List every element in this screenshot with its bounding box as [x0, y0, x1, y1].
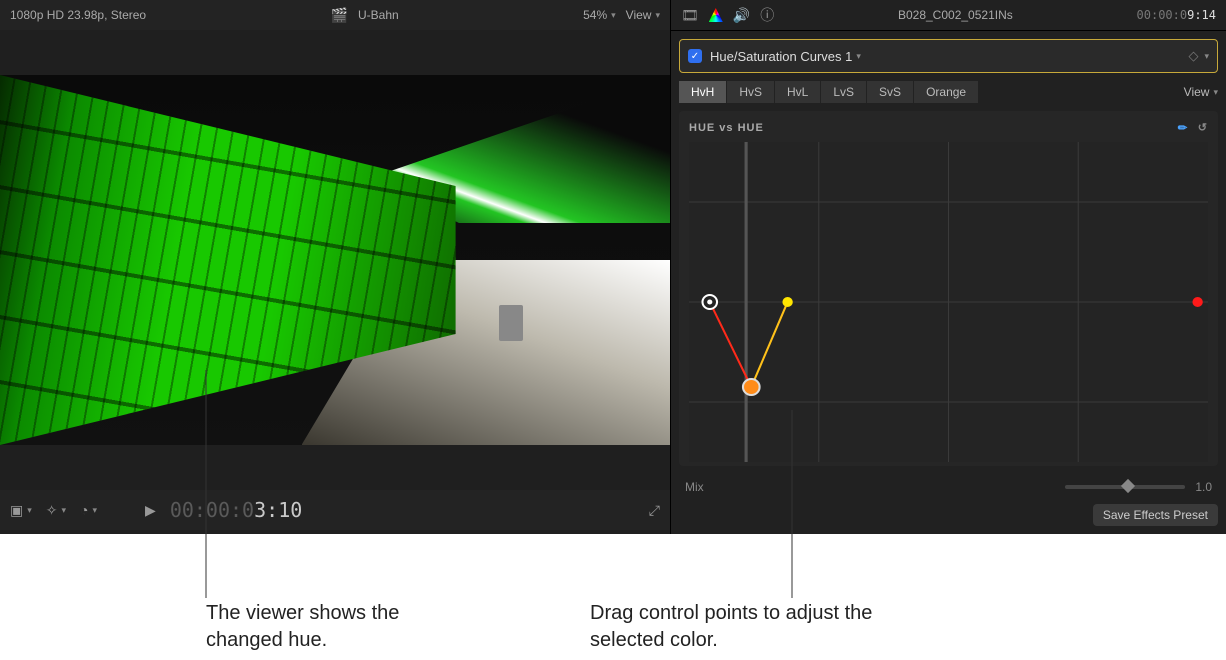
- curve-point-yellow[interactable]: [782, 297, 792, 307]
- speed-tool[interactable]: ◔▾: [80, 502, 97, 518]
- tab-lvs[interactable]: LvS: [820, 81, 866, 103]
- caption-left: The viewer shows the changed hue.: [206, 600, 466, 654]
- gauge-icon: ◔: [80, 502, 88, 518]
- mix-label: Mix: [685, 480, 704, 494]
- tab-svs[interactable]: SvS: [866, 81, 913, 103]
- viewer-topbar: 1080p HD 23.98p, Stereo 🎬 U-Bahn 54% ▾ Vi…: [0, 0, 670, 30]
- effect-header[interactable]: ✓ Hue/Saturation Curves 1 ▾ ◇ ▾: [679, 39, 1218, 73]
- viewer-canvas[interactable]: [0, 75, 670, 445]
- mix-row: Mix 1.0: [671, 474, 1226, 500]
- transport-bar: ▣▾ ✧▾ ◔▾ ▶ 00:00:03:10 ⤢: [0, 490, 670, 530]
- inspector-view-dropdown[interactable]: View ▾: [1184, 85, 1218, 99]
- effect-enable-checkbox[interactable]: ✓: [688, 49, 702, 63]
- captions: The viewer shows the changed hue. Drag c…: [0, 600, 1226, 654]
- inspector-timecode: 00:00:09:14: [1137, 8, 1216, 22]
- chevron-down-icon: ▾: [611, 10, 616, 21]
- video-inspector-icon[interactable]: 🎞: [681, 7, 699, 24]
- save-preset-button[interactable]: Save Effects Preset: [1093, 504, 1218, 526]
- timecode[interactable]: 00:00:03:10: [170, 498, 302, 522]
- tab-hvl[interactable]: HvL: [774, 81, 820, 103]
- caption-right: Drag control points to adjust the select…: [590, 600, 890, 654]
- view-dropdown[interactable]: View▾: [626, 8, 660, 22]
- zoom-value: 54%: [583, 8, 607, 22]
- curve-graph[interactable]: [689, 142, 1208, 462]
- mix-slider[interactable]: [1065, 485, 1185, 489]
- crop-tool[interactable]: ▣▾: [10, 502, 32, 519]
- curve-tabs: HvH HvS HvL LvS SvS Orange View ▾: [679, 81, 1218, 103]
- curve-title: HUE vs HUE: [689, 122, 764, 134]
- zoom-dropdown[interactable]: 54% ▾: [583, 8, 616, 22]
- preview-image: [0, 75, 670, 445]
- curve-panel: HUE vs HUE ✎ ↺: [679, 111, 1218, 466]
- chevron-down-icon[interactable]: ▾: [1204, 51, 1209, 62]
- effect-name: Hue/Saturation Curves 1: [710, 49, 852, 64]
- curve-point-selected[interactable]: [743, 379, 760, 395]
- clapper-icon: 🎬: [331, 7, 348, 24]
- clip-name: U-Bahn: [358, 8, 399, 22]
- chevron-down-icon: ▾: [856, 51, 861, 62]
- eyedropper-icon[interactable]: ✎: [1174, 119, 1190, 135]
- inspector-tabs: 🎞 🔊 ⓘ B028_C002_0521INs 00:00:09:14: [671, 0, 1226, 31]
- crop-icon: ▣: [10, 502, 23, 519]
- tab-orange[interactable]: Orange: [913, 81, 978, 103]
- inspector-clip-name: B028_C002_0521INs: [784, 8, 1126, 22]
- view-label: View: [626, 8, 652, 22]
- keyframe-icon[interactable]: ◇: [1188, 48, 1198, 64]
- clip-format: 1080p HD 23.98p, Stereo: [10, 8, 146, 22]
- curve-point-end[interactable]: [1192, 297, 1202, 307]
- audio-inspector-icon[interactable]: 🔊: [733, 7, 750, 24]
- mix-value[interactable]: 1.0: [1195, 480, 1212, 494]
- tab-hvh[interactable]: HvH: [679, 81, 726, 103]
- retime-tool[interactable]: ✧▾: [46, 502, 66, 519]
- info-inspector-icon[interactable]: ⓘ: [760, 5, 774, 25]
- play-button[interactable]: ▶: [145, 502, 156, 519]
- reset-icon[interactable]: ↺: [1198, 121, 1208, 134]
- fullscreen-button[interactable]: ⤢: [649, 502, 660, 519]
- inspector-pane: 🎞 🔊 ⓘ B028_C002_0521INs 00:00:09:14 ✓ Hu…: [670, 0, 1226, 534]
- app-window: 1080p HD 23.98p, Stereo 🎬 U-Bahn 54% ▾ Vi…: [0, 0, 1226, 534]
- enhance-icon: ✧: [46, 502, 58, 519]
- tab-hvs[interactable]: HvS: [726, 81, 774, 103]
- color-inspector-icon[interactable]: [709, 8, 723, 22]
- viewer-pane: 1080p HD 23.98p, Stereo 🎬 U-Bahn 54% ▾ Vi…: [0, 0, 670, 534]
- chevron-down-icon: ▾: [655, 10, 660, 21]
